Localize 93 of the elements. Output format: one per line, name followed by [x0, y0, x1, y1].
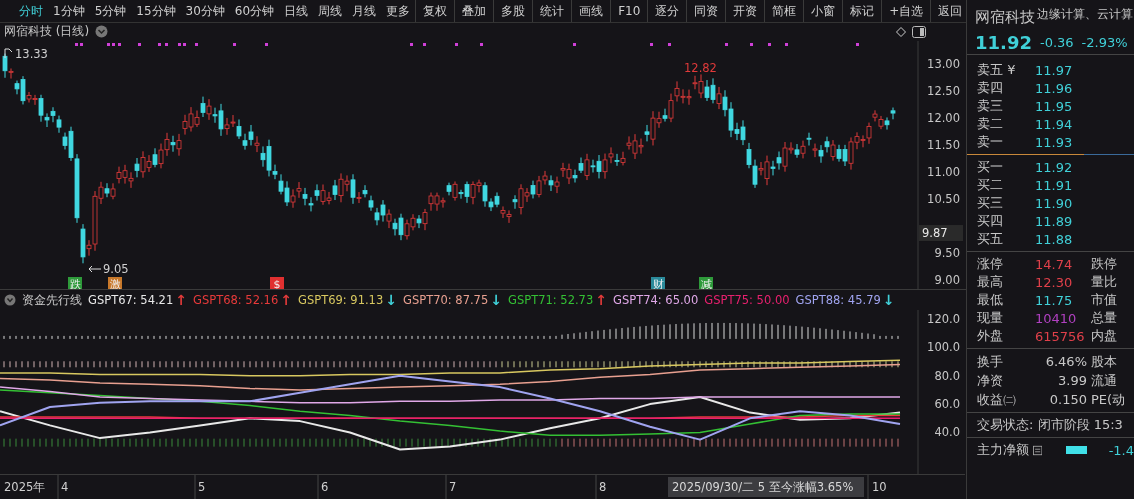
trading-status: 交易状态: 闭市阶段 15:3 — [977, 416, 1123, 434]
trend-arrow: ↓ — [882, 292, 895, 309]
bid-price: 11.90 — [1035, 195, 1074, 211]
flow-label: 主力净额 — [977, 441, 1029, 459]
price-change: -0.36 — [1039, 34, 1074, 50]
price-tick: 12.50 — [927, 83, 960, 98]
stat-value: 11.75 — [1035, 292, 1074, 308]
indicator-tick: 40.0 — [934, 425, 960, 440]
bid-label: 买四 — [977, 212, 1004, 230]
indicator-tick: 120.0 — [927, 312, 960, 327]
stock-name: 网宿科技 — [975, 8, 1035, 28]
stat-label: 量比 — [1091, 273, 1118, 291]
indicator-value: GSPT88: 45.79 — [795, 293, 881, 308]
ask-label: 卖五 ¥ — [977, 61, 1017, 79]
price-tick: 12.00 — [927, 110, 960, 125]
month-label: 10 — [872, 480, 887, 495]
trend-arrow: ↑ — [595, 292, 607, 309]
stat-value: 615756 — [1035, 328, 1086, 344]
indicator-value: GSPT70: 87.75 — [403, 293, 489, 308]
low-price-label: 9.05 — [103, 261, 129, 276]
price-tick: 9.50 — [934, 245, 960, 260]
stat-label: 总量 — [1091, 309, 1118, 327]
stat-label: PE(动 — [1091, 390, 1127, 409]
stat-label: 收益㈡ — [977, 390, 1017, 409]
stat-value: 6.46% — [1044, 354, 1088, 369]
ask-label: 卖三 — [977, 97, 1004, 115]
stat-label: 市值 — [1091, 291, 1118, 309]
bid-price: 11.89 — [1035, 213, 1074, 229]
start-price-label: 13.33 — [15, 46, 48, 61]
bid-price: 11.88 — [1035, 231, 1074, 247]
flow-value: -1.4 — [1108, 442, 1134, 458]
stat-label: 外盘 — [977, 327, 1004, 345]
bid-label: 买二 — [977, 176, 1004, 194]
ask-price: 11.93 — [1035, 134, 1074, 150]
price-tick: 11.00 — [927, 164, 960, 179]
trend-arrow: ↓ — [490, 292, 502, 309]
indicator-value: GSPT67: 54.21 — [88, 293, 174, 308]
ask-price: 11.95 — [1035, 98, 1074, 114]
year-label: 2025年 — [4, 480, 46, 495]
current-price: 11.92 — [975, 31, 1032, 53]
stat-label: 最低 — [977, 291, 1004, 309]
stat-value: 14.74 — [1035, 256, 1074, 272]
high-price-label: 12.82 — [684, 60, 717, 75]
bid-label: 买五 — [977, 230, 1004, 248]
ask-label: 卖二 — [977, 115, 1004, 133]
stat-label: 现量 — [977, 309, 1004, 327]
price-tick: 13.00 — [927, 56, 960, 71]
bid-label: 买一 — [977, 158, 1004, 176]
bid-price: 11.92 — [1035, 159, 1074, 175]
indicator-value: GSPT74: 65.00 — [613, 293, 699, 308]
stat-value: 0.150 — [1048, 392, 1088, 407]
ask-label: 卖一 — [977, 133, 1004, 151]
price-tick: 9.00 — [934, 272, 960, 287]
month-label: 6 — [321, 480, 329, 495]
stat-value: 3.99 — [1057, 373, 1088, 388]
month-label: 4 — [61, 480, 69, 495]
month-label: 7 — [449, 480, 457, 495]
stat-label: 股本 — [1091, 352, 1118, 371]
indicator-value: GSPT75: 50.00 — [704, 293, 790, 308]
indicator-tick: 60.0 — [934, 397, 960, 412]
ask-price: 11.97 — [1035, 62, 1074, 78]
concept-tag: 边缘计算、云计算 — [1037, 0, 1133, 23]
trend-arrow: ↑ — [175, 292, 187, 309]
price-tick: 10.50 — [927, 191, 960, 206]
stat-label: 净资 — [977, 371, 1004, 390]
stat-label: 内盘 — [1091, 327, 1118, 345]
indicator-tick: 80.0 — [934, 368, 960, 383]
bid-label: 买三 — [977, 194, 1004, 212]
date-cursor-label: 2025/09/30/二 5 至今涨幅3.65% — [668, 477, 864, 498]
stat-label: 最高 — [977, 273, 1004, 291]
stat-value: 10410 — [1035, 310, 1078, 326]
trend-arrow: ↓ — [385, 292, 397, 309]
indicator-value: GSPT69: 91.13 — [298, 293, 384, 308]
chart-title: 网宿科技 (日线) — [4, 23, 90, 41]
stat-label: 流通 — [1091, 371, 1118, 390]
price-tick: 11.50 — [927, 137, 960, 152]
ask-price: 11.94 — [1035, 116, 1074, 132]
change-percent: -2.93% — [1081, 34, 1128, 50]
stat-label: 换手 — [977, 352, 1004, 371]
stat-label: 跌停 — [1091, 255, 1118, 273]
indicator-tick: 100.0 — [927, 340, 960, 355]
ask-price: 11.96 — [1035, 80, 1074, 96]
bid-price: 11.91 — [1035, 177, 1074, 193]
indicator-value: GSPT71: 52.73 — [508, 293, 594, 308]
month-label: 8 — [599, 480, 607, 495]
month-label: 5 — [198, 480, 206, 495]
stat-value: 12.30 — [1035, 274, 1074, 290]
ask-label: 卖四 — [977, 79, 1004, 97]
indicator-value: GSPT68: 52.16 — [193, 293, 279, 308]
indicator-name: 资金先行线 — [22, 291, 82, 309]
cursor-price-label: 9.87 — [919, 224, 963, 241]
trend-arrow: ↑ — [280, 292, 292, 309]
stat-label: 涨停 — [977, 255, 1004, 273]
